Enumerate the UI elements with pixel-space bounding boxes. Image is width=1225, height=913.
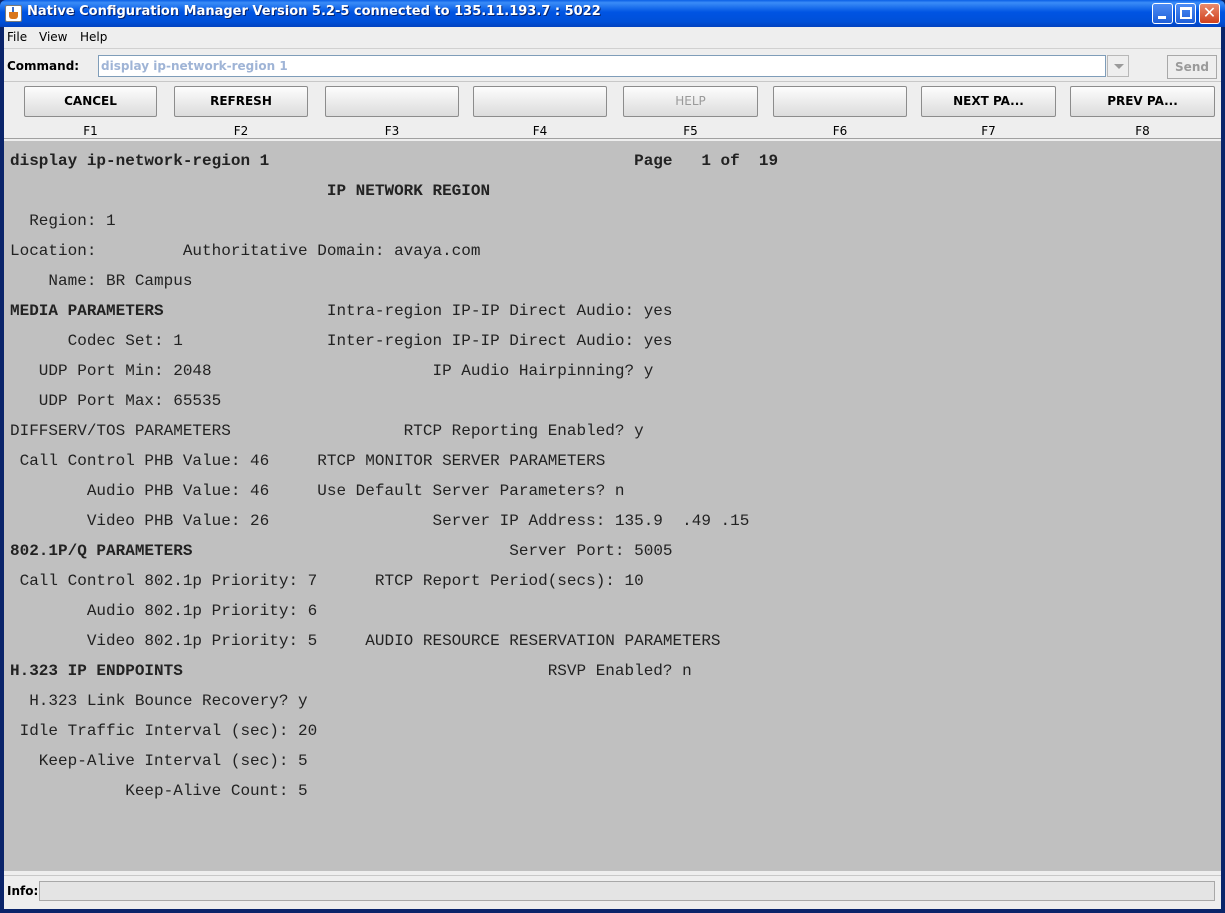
f4-key-label: F4: [532, 124, 548, 138]
f1-key-label: F1: [83, 124, 98, 138]
screen-line: display ip-network-region 1 Page 1 of 19: [10, 152, 779, 170]
title-bar[interactable]: Native Configuration Manager Version 5.2…: [0, 0, 1225, 27]
chevron-down-icon: [1114, 64, 1124, 69]
screen-line: Idle Traffic Interval (sec): 20: [10, 722, 318, 740]
f1-cancel-button[interactable]: CANCEL: [24, 86, 157, 117]
screen-line: Name: BR Campus: [10, 272, 193, 290]
menu-file[interactable]: File: [7, 30, 27, 44]
f3-button[interactable]: [325, 86, 459, 117]
info-label: Info:: [7, 884, 39, 898]
send-button[interactable]: Send: [1167, 55, 1217, 79]
screen-line: Video PHB Value: 26 Server IP Address: 1…: [10, 512, 750, 530]
screen-line: Video 802.1p Priority: 5 AUDIO RESOURCE …: [10, 632, 721, 650]
screen-line: H.323 Link Bounce Recovery? y: [10, 692, 308, 710]
menu-help[interactable]: Help: [80, 30, 107, 44]
info-field: [39, 881, 1215, 901]
f6-key-label: F6: [832, 124, 848, 138]
f5-key-label: F5: [683, 124, 698, 138]
screen-line: Codec Set: 1 Inter-region IP-IP Direct A…: [10, 332, 673, 350]
screen-line: 802.1P/Q PARAMETERS Server Port: 5005: [10, 542, 673, 560]
screen-line: Keep-Alive Interval (sec): 5: [10, 752, 308, 770]
close-icon: ✕: [1202, 3, 1217, 22]
f8-key-label: F8: [1135, 124, 1150, 138]
maximize-button[interactable]: [1175, 3, 1196, 24]
menu-view[interactable]: View: [39, 30, 67, 44]
command-history-dropdown[interactable]: [1107, 55, 1129, 77]
f5-help-button[interactable]: HELP: [623, 86, 758, 117]
terminal-screen[interactable]: display ip-network-region 1 Page 1 of 19…: [4, 141, 1221, 871]
screen-line: UDP Port Min: 2048 IP Audio Hairpinning?…: [10, 362, 654, 380]
client-area: File View Help Command: display ip-netwo…: [4, 27, 1221, 909]
minimize-icon: [1158, 16, 1166, 19]
command-bar: Command: display ip-network-region 1 Sen…: [4, 50, 1221, 82]
command-input[interactable]: display ip-network-region 1: [98, 55, 1106, 77]
screen-line: Location: Authoritative Domain: avaya.co…: [10, 242, 481, 260]
f2-key-label: F2: [233, 124, 249, 138]
f4-button[interactable]: [473, 86, 607, 117]
screen-line: UDP Port Max: 65535: [10, 392, 222, 410]
screen-line: Call Control 802.1p Priority: 7 RTCP Rep…: [10, 572, 644, 590]
function-key-bar: CANCEL REFRESH HELP NEXT PA... PREV PA..…: [4, 83, 1221, 139]
maximize-icon: [1180, 7, 1192, 19]
screen-line: Region: 1: [10, 212, 116, 230]
screen-line: IP NETWORK REGION: [10, 182, 491, 200]
screen-line: Audio 802.1p Priority: 6: [10, 602, 318, 620]
info-bar: Info:: [4, 875, 1221, 905]
command-label: Command:: [7, 59, 80, 73]
f2-refresh-button[interactable]: REFRESH: [174, 86, 308, 117]
screen-line: Audio PHB Value: 46 Use Default Server P…: [10, 482, 625, 500]
screen-line: Keep-Alive Count: 5: [10, 782, 308, 800]
f6-button[interactable]: [773, 86, 907, 117]
minimize-button[interactable]: [1152, 3, 1173, 24]
menu-bar: File View Help: [4, 27, 1221, 49]
screen-line: Call Control PHB Value: 46 RTCP MONITOR …: [10, 452, 606, 470]
f8-prev-page-button[interactable]: PREV PA...: [1070, 86, 1215, 117]
screen-line: H.323 IP ENDPOINTS RSVP Enabled? n: [10, 662, 692, 680]
java-cup-icon[interactable]: [5, 5, 22, 22]
f3-key-label: F3: [384, 124, 400, 138]
f7-next-page-button[interactable]: NEXT PA...: [921, 86, 1056, 117]
close-button[interactable]: ✕: [1199, 3, 1220, 24]
window-title: Native Configuration Manager Version 5.2…: [27, 4, 601, 19]
screen-line: MEDIA PARAMETERS Intra-region IP-IP Dire…: [10, 302, 673, 320]
f7-key-label: F7: [981, 124, 996, 138]
screen-line: DIFFSERV/TOS PARAMETERS RTCP Reporting E…: [10, 422, 644, 440]
application-window: Native Configuration Manager Version 5.2…: [0, 0, 1225, 913]
